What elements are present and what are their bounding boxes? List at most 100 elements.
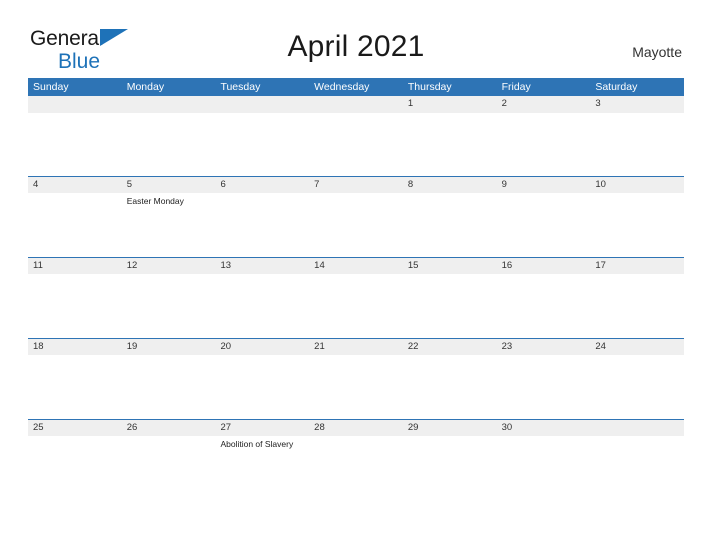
weekday-header-wednesday: Wednesday bbox=[314, 81, 370, 93]
day-cell[interactable]: 30 bbox=[496, 419, 591, 500]
day-cell[interactable] bbox=[215, 96, 310, 176]
day-cell[interactable]: 14 bbox=[309, 257, 403, 338]
day-cell[interactable]: 7 bbox=[309, 176, 403, 257]
day-number-band: 28 bbox=[309, 419, 403, 436]
day-events bbox=[309, 436, 403, 439]
day-cell[interactable]: 20 bbox=[215, 338, 310, 419]
day-cell[interactable]: 21 bbox=[309, 338, 403, 419]
day-cell[interactable]: 27 Abolition of Slavery bbox=[215, 419, 310, 500]
day-cell[interactable]: 29 bbox=[402, 419, 497, 500]
day-cell[interactable] bbox=[590, 419, 685, 500]
weekday-header-monday: Monday bbox=[126, 81, 165, 93]
day-number: 29 bbox=[407, 422, 419, 433]
day-number-band: 4 bbox=[28, 176, 122, 193]
day-cell[interactable]: 19 bbox=[121, 338, 216, 419]
day-events bbox=[215, 355, 309, 358]
day-number: 15 bbox=[407, 260, 419, 271]
day-number-band: 16 bbox=[496, 257, 591, 274]
day-cell[interactable] bbox=[121, 96, 216, 176]
day-cell[interactable]: 6 bbox=[215, 176, 310, 257]
day-cell[interactable]: 12 bbox=[121, 257, 216, 338]
day-number-band: 2 bbox=[496, 96, 591, 113]
day-events bbox=[122, 355, 216, 358]
day-number-band: 9 bbox=[496, 176, 591, 193]
day-events bbox=[215, 113, 309, 116]
day-events bbox=[28, 355, 122, 358]
day-number-band: 18 bbox=[28, 338, 122, 355]
day-cell[interactable] bbox=[28, 96, 122, 176]
day-number-band: 10 bbox=[590, 176, 685, 193]
day-cell[interactable]: 25 bbox=[28, 419, 122, 500]
day-number-band: 22 bbox=[402, 338, 497, 355]
day-cell[interactable]: 5 Easter Monday bbox=[121, 176, 216, 257]
day-events bbox=[403, 113, 497, 116]
day-number-band bbox=[28, 96, 122, 113]
day-cell[interactable]: 15 bbox=[402, 257, 497, 338]
page-title: April 2021 bbox=[287, 30, 425, 63]
week-row: 25 26 27 Abolition of Slavery 28 29 30 bbox=[28, 419, 685, 500]
weekday-header-thursday: Thursday bbox=[407, 81, 452, 93]
day-number-band: 19 bbox=[121, 338, 216, 355]
day-events bbox=[215, 274, 309, 277]
day-number-band: 12 bbox=[121, 257, 216, 274]
day-cell[interactable]: 8 bbox=[402, 176, 497, 257]
day-events bbox=[590, 274, 684, 277]
day-number-band bbox=[215, 96, 310, 113]
day-number: 9 bbox=[501, 179, 507, 190]
day-events bbox=[309, 113, 403, 116]
day-number: 28 bbox=[314, 422, 325, 433]
day-number: 18 bbox=[33, 341, 44, 352]
day-events bbox=[403, 355, 497, 358]
day-cell[interactable]: 3 bbox=[590, 96, 685, 176]
page-header: General Blue April 2021 Mayotte bbox=[0, 0, 712, 78]
day-number-band: 25 bbox=[28, 419, 122, 436]
day-cell[interactable]: 26 bbox=[121, 419, 216, 500]
day-number: 17 bbox=[595, 260, 606, 271]
day-cell[interactable]: 11 bbox=[28, 257, 122, 338]
day-events bbox=[497, 355, 591, 358]
day-cell[interactable]: 28 bbox=[309, 419, 403, 500]
week-row: 1 2 3 bbox=[28, 96, 685, 176]
week-row: 4 5 Easter Monday 6 7 8 9 10 bbox=[28, 176, 685, 257]
day-events bbox=[28, 436, 122, 439]
day-number: 11 bbox=[33, 260, 43, 271]
weekday-header-friday: Friday bbox=[501, 81, 531, 93]
day-number-band: 13 bbox=[215, 257, 310, 274]
day-events bbox=[122, 113, 216, 116]
week-row: 18 19 20 21 22 23 24 bbox=[28, 338, 685, 419]
day-number: 1 bbox=[407, 98, 414, 109]
day-number-band bbox=[590, 419, 685, 436]
day-cell[interactable]: 22 bbox=[402, 338, 497, 419]
day-events bbox=[590, 355, 684, 358]
day-cell[interactable]: 2 bbox=[496, 96, 591, 176]
day-cell[interactable]: 17 bbox=[590, 257, 685, 338]
day-cell[interactable]: 4 bbox=[28, 176, 122, 257]
day-number: 19 bbox=[126, 341, 138, 352]
day-events bbox=[309, 274, 403, 277]
day-cell[interactable]: 9 bbox=[496, 176, 591, 257]
day-cell[interactable]: 16 bbox=[496, 257, 591, 338]
day-cell[interactable]: 1 bbox=[402, 96, 497, 176]
day-cell[interactable]: 23 bbox=[496, 338, 591, 419]
weekday-header-row: Sunday Monday Tuesday Wednesday Thursday… bbox=[28, 78, 684, 96]
day-events bbox=[590, 193, 684, 196]
day-cell[interactable]: 24 bbox=[590, 338, 685, 419]
day-cell[interactable]: 18 bbox=[28, 338, 122, 419]
day-cell[interactable]: 10 bbox=[590, 176, 685, 257]
day-events bbox=[309, 355, 403, 358]
day-number: 10 bbox=[595, 179, 606, 190]
day-cell[interactable] bbox=[309, 96, 403, 176]
day-number: 14 bbox=[314, 260, 325, 271]
day-events: Abolition of Slavery bbox=[215, 436, 309, 450]
day-cell[interactable]: 13 bbox=[215, 257, 310, 338]
day-events bbox=[497, 193, 591, 196]
day-number-band: 23 bbox=[496, 338, 591, 355]
day-number: 21 bbox=[314, 341, 325, 352]
day-number-band: 27 bbox=[215, 419, 310, 436]
day-number: 4 bbox=[33, 179, 39, 190]
weekday-header-tuesday: Tuesday bbox=[220, 81, 261, 93]
day-number: 3 bbox=[595, 98, 601, 109]
calendar-grid: Sunday Monday Tuesday Wednesday Thursday… bbox=[28, 78, 685, 500]
day-number-band: 1 bbox=[402, 96, 497, 113]
day-events bbox=[497, 436, 591, 439]
